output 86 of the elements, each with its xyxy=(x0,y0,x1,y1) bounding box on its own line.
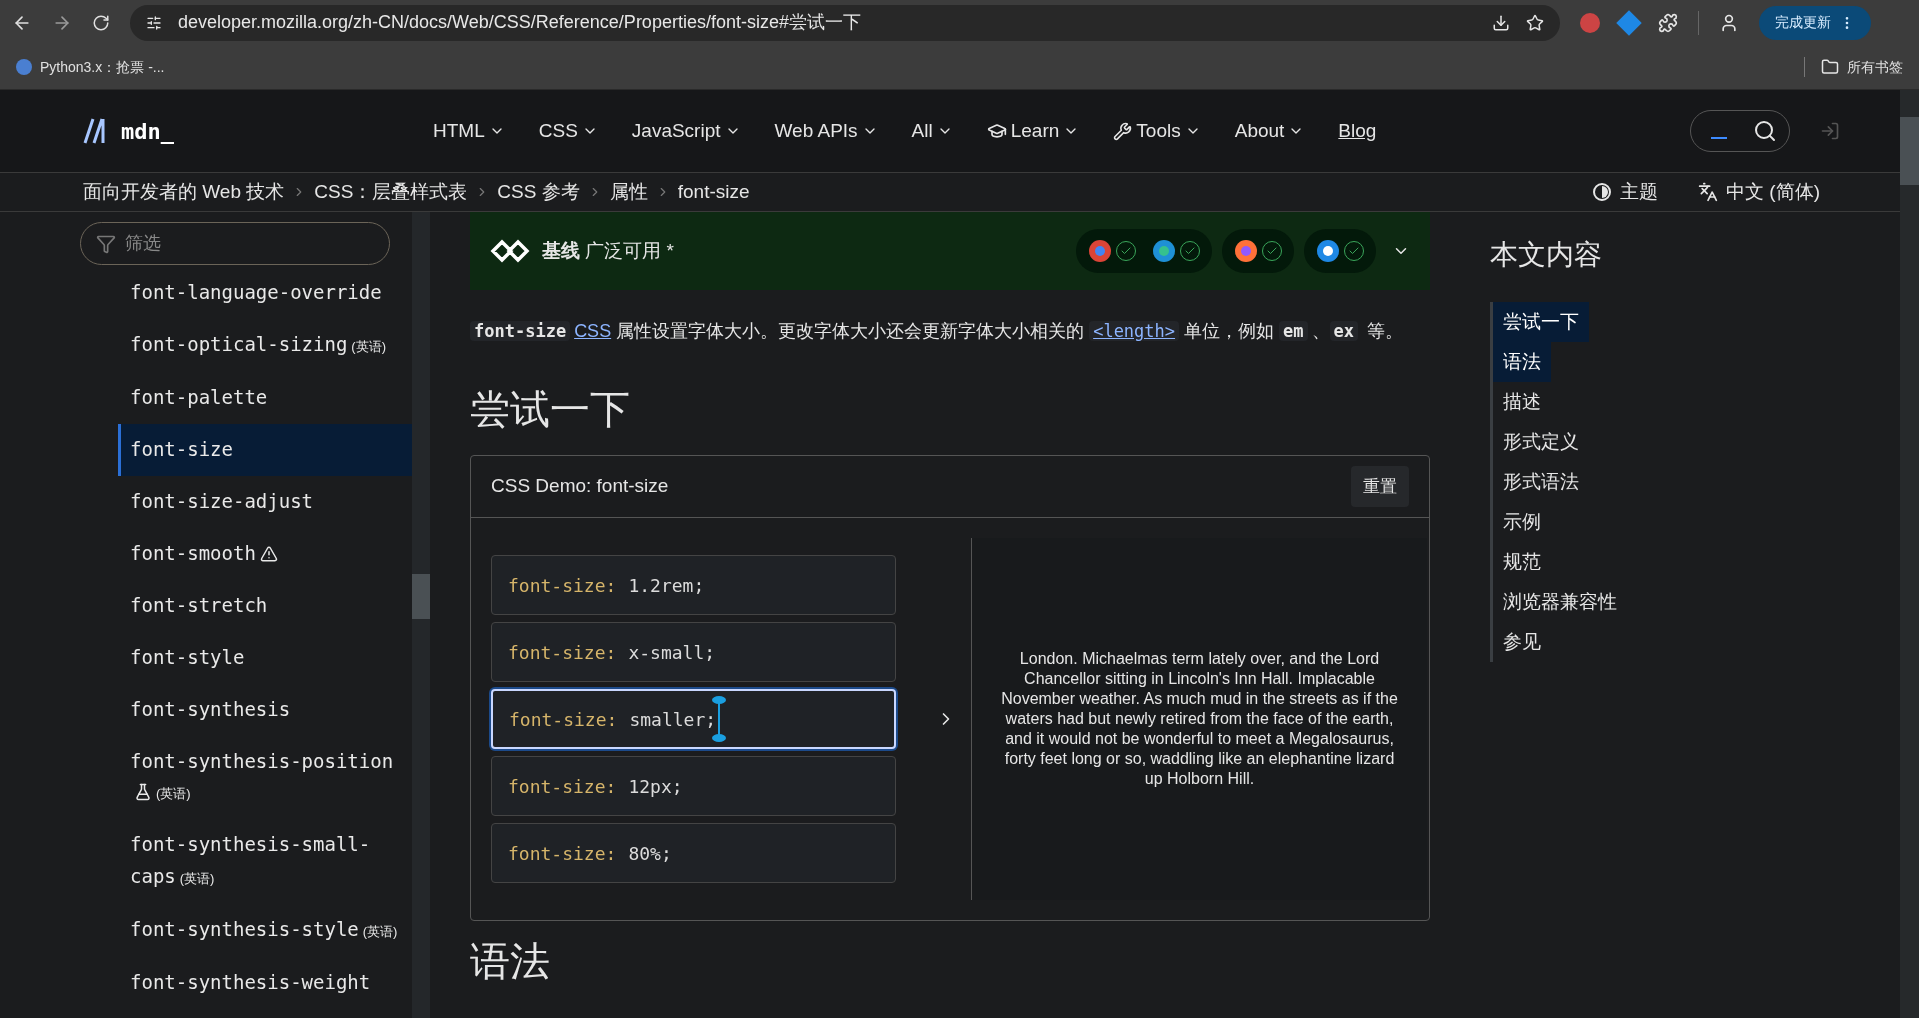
sidebar-item[interactable]: font-smooth xyxy=(118,528,412,580)
wrench-icon xyxy=(1113,121,1133,141)
theme-button[interactable]: 主题 xyxy=(1592,177,1659,207)
nav-menu[interactable]: CSS xyxy=(538,116,598,146)
graduation-cap-icon xyxy=(986,121,1007,141)
toc-link[interactable]: 参见 xyxy=(1493,622,1551,662)
nav-menu[interactable]: About xyxy=(1234,116,1305,146)
browser-logo-icon xyxy=(1152,239,1176,263)
code-option[interactable]: font-size: smaller; xyxy=(491,689,896,749)
logo-text: mdn_ xyxy=(121,117,174,146)
code-option[interactable]: font-size: x-small; xyxy=(491,622,896,682)
text-cursor-icon xyxy=(712,695,727,743)
baseline-status: 基线 广泛可用 * xyxy=(542,238,674,263)
filter-icon xyxy=(96,234,116,254)
sidebar-item[interactable]: font-stretch xyxy=(118,580,412,632)
breadcrumb-link[interactable]: 面向开发者的 Web 技术 xyxy=(83,177,285,207)
baseline-icon xyxy=(490,239,530,263)
sidebar-item[interactable]: font-synthesis-small-caps (英语) xyxy=(118,819,412,904)
update-button[interactable]: 完成更新 xyxy=(1759,5,1871,40)
nav-menu[interactable]: HTML xyxy=(433,116,505,146)
nav-menu[interactable]: Tools xyxy=(1113,116,1201,146)
extensions-icon[interactable] xyxy=(1658,12,1678,33)
site-icon xyxy=(16,59,32,75)
sidebar-item[interactable]: font-size-adjust xyxy=(118,476,412,528)
sidebar-item[interactable]: font-language-override xyxy=(118,267,412,319)
sidebar-item[interactable]: font-synthesis xyxy=(118,684,412,736)
code-option[interactable]: font-size: 80%; xyxy=(491,823,896,883)
breadcrumb-link[interactable]: CSS 参考 xyxy=(497,177,580,207)
demo-output-text: London. Michaelmas term lately over, and the Lord Chancellor sitting in Lincoln's Inn Hall. Implacable November weather. As much mud in the streets as if the waters had but newly retired from the face of the earth, and it would not be wonderful to meet a Megalosaurus, forty feet long or so, waddling like an elephantine lizard up Holborn Hill. xyxy=(1000,649,1399,789)
bookmark-star-icon[interactable] xyxy=(1526,13,1544,32)
reset-button[interactable]: 重置 xyxy=(1351,465,1409,508)
sidebar-item[interactable]: font-style xyxy=(118,632,412,684)
toc-link[interactable]: 语法 xyxy=(1493,342,1551,382)
warning-icon xyxy=(259,545,278,563)
url-text: developer.mozilla.org/zh-CN/docs/Web/CSS/Reference/Properties/font-size#尝试一下 xyxy=(178,11,862,34)
browser-logo-icon xyxy=(1088,239,1112,263)
browser-logo-icon xyxy=(1234,239,1258,263)
toc-link[interactable]: 形式语法 xyxy=(1493,462,1589,502)
breadcrumb-link[interactable]: CSS：层叠样式表 xyxy=(314,177,468,207)
breadcrumb-link[interactable]: 属性 xyxy=(609,177,648,207)
demo-title: CSS Demo: font-size xyxy=(491,474,670,499)
toc-link[interactable]: 浏览器兼容性 xyxy=(1493,582,1627,622)
breadcrumb-link[interactable]: font-size xyxy=(677,177,750,207)
translate-icon xyxy=(1698,182,1719,202)
sidebar-item[interactable]: font-palette xyxy=(118,372,412,424)
profile-icon[interactable] xyxy=(1719,12,1739,33)
toc-title: 本文内容 xyxy=(1490,238,1603,272)
length-link[interactable]: <length> xyxy=(1089,321,1180,341)
bookmark-label: Python3.x：抢票 -... xyxy=(40,57,165,77)
section-heading: 尝试一下 xyxy=(470,386,631,433)
toc-link[interactable]: 尝试一下 xyxy=(1493,302,1589,342)
nav-menu[interactable]: JavaScript xyxy=(631,116,741,146)
page-scrollbar[interactable] xyxy=(1900,90,1919,1018)
code-option[interactable]: font-size: 1.2rem; xyxy=(491,555,896,615)
address-bar[interactable]: developer.mozilla.org/zh-CN/docs/Web/CSS/Reference/Properties/font-size#尝试一下 xyxy=(130,4,1560,41)
sidebar-item[interactable]: font-synthesis-style (英语) xyxy=(118,904,412,957)
nav-link[interactable]: Blog xyxy=(1338,116,1377,146)
bookmark-item[interactable]: Python3.x：抢票 -... xyxy=(16,56,165,78)
nav-menu[interactable]: Learn xyxy=(986,116,1080,146)
section-heading: 语法 xyxy=(470,938,551,985)
sidebar-scrollbar[interactable] xyxy=(412,212,430,1018)
reload-icon[interactable] xyxy=(92,13,110,32)
sidebar-item[interactable]: font-size xyxy=(118,424,412,476)
intro-paragraph: font-size CSS 属性设置字体大小。更改字体大小还会更新字体大小相关的 <length> 单位，例如 em 、 ex 等。 xyxy=(470,314,1430,349)
search-icon xyxy=(1753,119,1777,143)
filter-field[interactable]: 筛选 xyxy=(80,222,390,265)
toc-link[interactable]: 描述 xyxy=(1493,382,1551,422)
toc-link[interactable]: 规范 xyxy=(1493,542,1551,582)
site-info-icon xyxy=(146,14,162,31)
toc-link[interactable]: 形式定义 xyxy=(1493,422,1589,462)
theme-icon xyxy=(1592,182,1613,202)
compass-icon xyxy=(1316,239,1340,263)
nav-menu[interactable]: All xyxy=(911,116,953,146)
sidebar-item[interactable]: font-synthesis-weight xyxy=(118,957,412,1009)
language-button[interactable]: 中文 (简体) xyxy=(1698,177,1820,207)
sidebar-item[interactable]: font-optical-sizing (英语) xyxy=(118,319,412,372)
folder-icon[interactable] xyxy=(1821,58,1839,76)
install-icon[interactable] xyxy=(1492,13,1510,32)
code-option[interactable]: font-size: 12px; xyxy=(491,756,896,816)
login-icon[interactable] xyxy=(1820,121,1840,141)
sidebar-item[interactable]: font-synthesis-position (英语) xyxy=(118,736,412,819)
css-link[interactable]: CSS xyxy=(574,321,612,341)
flask-icon xyxy=(134,783,152,801)
nav-menu[interactable]: Web APIs xyxy=(774,116,878,146)
all-bookmarks-label[interactable]: 所有书签 xyxy=(1847,56,1903,78)
toc-link[interactable]: 示例 xyxy=(1493,502,1551,542)
